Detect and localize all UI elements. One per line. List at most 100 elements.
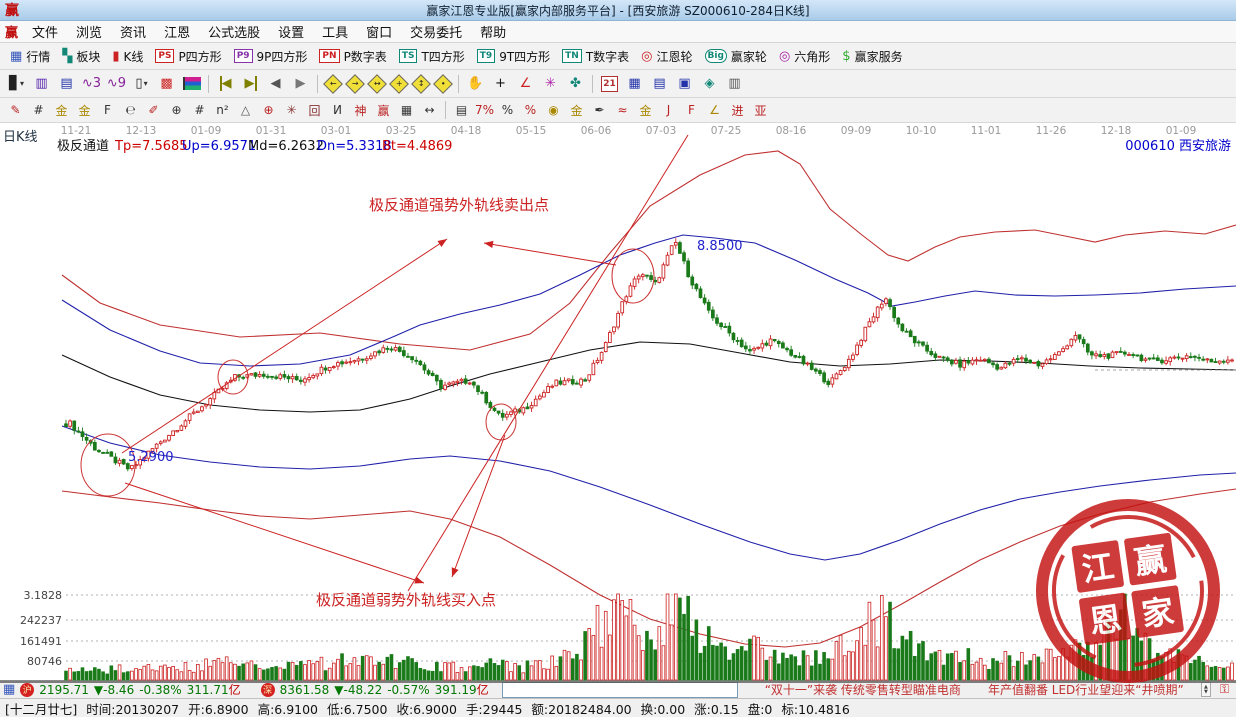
main-toolbar: ▦行情▚板块▮K线PSP四方形P99P四方形PNP数字表TST四方形T99T四方… (0, 43, 1236, 70)
spiral-tool-button[interactable]: ℮ (119, 100, 142, 121)
compressed-chart-button[interactable]: ▥ (29, 72, 54, 95)
ruler-123-button[interactable]: ▦ (395, 100, 418, 121)
remote-pc-button[interactable]: ▥ (722, 72, 747, 95)
f-angle-button[interactable]: F (680, 100, 703, 121)
winner-service-button[interactable]: $赢家服务 (836, 45, 908, 67)
ya-angle-button[interactable]: 亚 (749, 100, 772, 121)
market-quotes-button[interactable]: ▦行情 (4, 45, 56, 67)
chart-panel[interactable]: 11-2112-1301-0901-3103-0103-2504-1805-15… (0, 123, 1236, 680)
pen-line-button[interactable]: ✒ (588, 100, 611, 121)
color-chart-button[interactable] (179, 72, 204, 95)
angle-measure-button-icon: ∠ (520, 76, 532, 91)
ya-angle-button-icon: 亚 (754, 102, 766, 119)
wave-9-button[interactable]: ∿9 (104, 72, 129, 95)
jin-angle-button[interactable]: 进 (726, 100, 749, 121)
report-button[interactable]: ▤ (647, 72, 672, 95)
ruler-tool-button[interactable]: # (27, 100, 50, 121)
menu-item-8[interactable]: 窗口 (357, 22, 401, 41)
hexagon-button[interactable]: ◎六角形 (773, 45, 836, 67)
p-square-button-label: P四方形 (178, 48, 221, 65)
fibonacci-tool-button[interactable]: F (96, 100, 119, 121)
target-circle-button[interactable]: ⊕ (257, 100, 280, 121)
t9-square-button[interactable]: T99T四方形 (471, 45, 556, 67)
fractal-tool-button[interactable]: И (326, 100, 349, 121)
calculator-button[interactable]: ▦ (622, 72, 647, 95)
channel-line-tp (62, 151, 1236, 350)
quote-field-6: 收:6.9000 (396, 699, 456, 717)
percent-line-button[interactable]: % (519, 100, 542, 121)
gann-wheel-button[interactable]: ◎江恩轮 (635, 45, 698, 67)
t-square-button[interactable]: TST四方形 (393, 45, 471, 67)
ying-tool-button[interactable]: 赢 (372, 100, 395, 121)
kline-style-dropdown-icon: ▊ (9, 76, 19, 91)
smart-analysis-button[interactable]: ✤ (563, 72, 588, 95)
gold-angle-button[interactable]: 金 (634, 100, 657, 121)
j-angle-button[interactable]: J (657, 100, 680, 121)
menu-item-5[interactable]: 公式选股 (199, 22, 269, 41)
percent7-tool-button[interactable]: 7% (473, 100, 496, 121)
n-square-button[interactable]: n² (211, 100, 234, 121)
spiral-tool-button-icon: ℮ (125, 103, 135, 117)
menu-item-7[interactable]: 工具 (313, 22, 357, 41)
zoom-reset-diamond-button[interactable]: • (433, 74, 453, 94)
gann-grid-button[interactable]: ✳ (538, 72, 563, 95)
f-angle-button-icon: F (688, 103, 695, 117)
candle-type-dropdown[interactable]: ▯▾ (129, 72, 154, 95)
menu-item-4[interactable]: 江恩 (155, 22, 199, 41)
winner-wheel-button-label: 赢家轮 (731, 48, 767, 65)
menu-item-3[interactable]: 资讯 (111, 22, 155, 41)
gold-line-button[interactable]: 金 (565, 100, 588, 121)
gold-divider-button[interactable]: 金 (50, 100, 73, 121)
percent-tool-button[interactable]: % (496, 100, 519, 121)
gold-circle-button[interactable]: ◉ (542, 100, 565, 121)
crosshair-tool-button[interactable]: + (488, 72, 513, 95)
brush-tool-button[interactable]: ✎ (4, 100, 27, 121)
star-burst-button[interactable]: ✳ (280, 100, 303, 121)
angle-ruler-button[interactable]: △ (234, 100, 257, 121)
wave-3-button[interactable]: ∿3 (79, 72, 104, 95)
kline-style-dropdown[interactable]: ▊▾ (4, 72, 29, 95)
time-cycle-button[interactable]: ⊕ (165, 100, 188, 121)
zoom-out-diamond-button[interactable]: ↕ (411, 74, 431, 94)
next-bar-button[interactable]: ▶ (288, 72, 313, 95)
wave-band-button[interactable]: ≈ (611, 100, 634, 121)
menu-item-2[interactable]: 浏览 (67, 22, 111, 41)
buy-annotation-text: 极反通道弱势外轨线买入点 (316, 591, 496, 609)
menu-item-6[interactable]: 设置 (269, 22, 313, 41)
zoom-horizontal-diamond-button[interactable]: ↔ (367, 74, 387, 94)
menu-item-10[interactable]: 帮助 (471, 22, 515, 41)
kline-chart[interactable]: 11-2112-1301-0901-3103-0103-2504-1805-15… (0, 123, 1236, 685)
zoom-in-diamond-button[interactable]: + (389, 74, 409, 94)
first-bar-button[interactable]: ◀ (213, 72, 238, 95)
t-number-table-button[interactable]: TNT数字表 (556, 45, 635, 67)
pan-left-diamond-button[interactable]: ← (323, 74, 343, 94)
gold-ray-button[interactable]: ∠ (703, 100, 726, 121)
net-save-button[interactable]: ◈ (697, 72, 722, 95)
winner-wheel-button[interactable]: Big赢家轮 (699, 45, 773, 67)
hand-tool-button[interactable]: ✋ (463, 72, 488, 95)
calendar-button[interactable]: 21 (597, 72, 622, 95)
sector-button[interactable]: ▚板块 (56, 45, 106, 67)
kline-button[interactable]: ▮K线 (106, 45, 149, 67)
stats-box-button[interactable]: ▤ (450, 100, 473, 121)
save-button[interactable]: ▣ (672, 72, 697, 95)
last-bar-button[interactable]: ▶ (238, 72, 263, 95)
width-measure-button[interactable]: ↔ (418, 100, 441, 121)
menu-item-1[interactable]: 文件 (23, 22, 67, 41)
price-ruler-button[interactable]: # (188, 100, 211, 121)
info-note-button[interactable]: ▤ (54, 72, 79, 95)
p-square-button[interactable]: PSP四方形 (149, 45, 227, 67)
square-target-button[interactable]: 回 (303, 100, 326, 121)
marker-brush-button[interactable]: ✐ (142, 100, 165, 121)
menu-item-9[interactable]: 交易委托 (401, 22, 471, 41)
prev-bar-button[interactable]: ◀ (263, 72, 288, 95)
p-number-table-button[interactable]: PNP数字表 (313, 45, 392, 67)
angle-measure-button[interactable]: ∠ (513, 72, 538, 95)
quote-status-bar: [十二月廿七]时间:20130207开:6.8900高:6.9100低:6.75… (0, 698, 1236, 717)
shen-tool-button[interactable]: 神 (349, 100, 372, 121)
pan-right-diamond-button[interactable]: → (345, 74, 365, 94)
gold-divider2-button[interactable]: 金 (73, 100, 96, 121)
p9-square-button[interactable]: P99P四方形 (228, 45, 314, 67)
pattern-box-button[interactable]: ▩ (154, 72, 179, 95)
menu-items: 文件浏览资讯江恩公式选股设置工具窗口交易委托帮助 (23, 22, 515, 41)
